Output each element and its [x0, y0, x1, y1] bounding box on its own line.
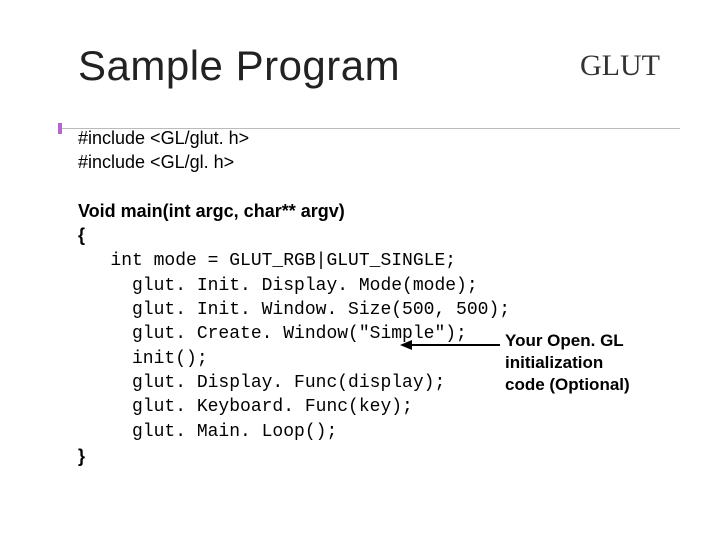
annotation: Your Open. GL initialization code (Optio… [505, 330, 715, 396]
code-line: glut. Init. Display. Mode(mode); [78, 274, 680, 298]
rule-tick-icon [58, 123, 62, 134]
close-brace: } [78, 444, 680, 468]
code-line: glut. Init. Window. Size(500, 500); [78, 298, 680, 322]
include-line: #include <GL/glut. h> [78, 126, 680, 150]
slide: Sample Program GLUT #include <GL/glut. h… [0, 0, 720, 540]
main-signature: Void main(int argc, char** argv) [78, 199, 680, 223]
title-row: Sample Program GLUT [78, 42, 680, 90]
slide-title: Sample Program [78, 42, 400, 90]
arrow-icon [400, 340, 500, 350]
annotation-line: code (Optional) [505, 375, 630, 394]
horizontal-rule [60, 128, 680, 129]
code-line: glut. Main. Loop(); [78, 420, 680, 444]
corner-label: GLUT [580, 49, 660, 83]
open-brace: { [78, 223, 680, 247]
annotation-line: Your Open. GL initialization [505, 331, 623, 372]
include-line: #include <GL/gl. h> [78, 150, 680, 174]
code-line: int mode = GLUT_RGB|GLUT_SINGLE; [78, 249, 680, 273]
code-line: glut. Keyboard. Func(key); [78, 395, 680, 419]
slide-body: #include <GL/glut. h> #include <GL/gl. h… [78, 126, 680, 468]
